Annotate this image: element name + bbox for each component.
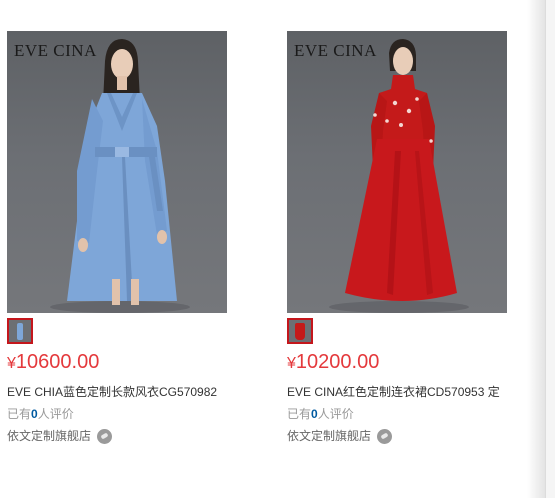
shop-name[interactable]: 依文定制旗舰店 <box>7 428 229 444</box>
brand-watermark: EVE CINA <box>14 41 97 60</box>
product-card[interactable]: EVE CINA <box>287 31 509 444</box>
blue-trench-coat-model-image <box>50 39 190 313</box>
review-count[interactable]: 已有0人评价 <box>7 406 229 422</box>
product-price: ¥10600.00 <box>7 351 100 373</box>
product-title[interactable]: EVE CHIA蓝色定制长款风衣CG570982 <box>7 384 229 400</box>
thumbnail-image <box>9 320 31 342</box>
product-card[interactable]: EVE CINA <box>7 31 229 444</box>
product-price: ¥10200.00 <box>287 351 380 373</box>
thumbnail-selected[interactable] <box>287 318 313 344</box>
thumbnail-selected[interactable] <box>7 318 33 344</box>
product-image[interactable]: EVE CINA <box>7 31 227 313</box>
review-count[interactable]: 已有0人评价 <box>287 406 509 422</box>
product-title[interactable]: EVE CINA红色定制连衣裙CD570953 定 <box>287 384 509 400</box>
chat-icon[interactable] <box>97 428 113 444</box>
brand-watermark: EVE CINA <box>294 41 377 60</box>
thumbnail-image <box>289 320 311 342</box>
chat-icon[interactable] <box>377 428 393 444</box>
side-panel-edge <box>545 0 555 498</box>
red-gown-model-image <box>329 39 469 313</box>
product-image[interactable]: EVE CINA <box>287 31 507 313</box>
shop-name[interactable]: 依文定制旗舰店 <box>287 428 509 444</box>
